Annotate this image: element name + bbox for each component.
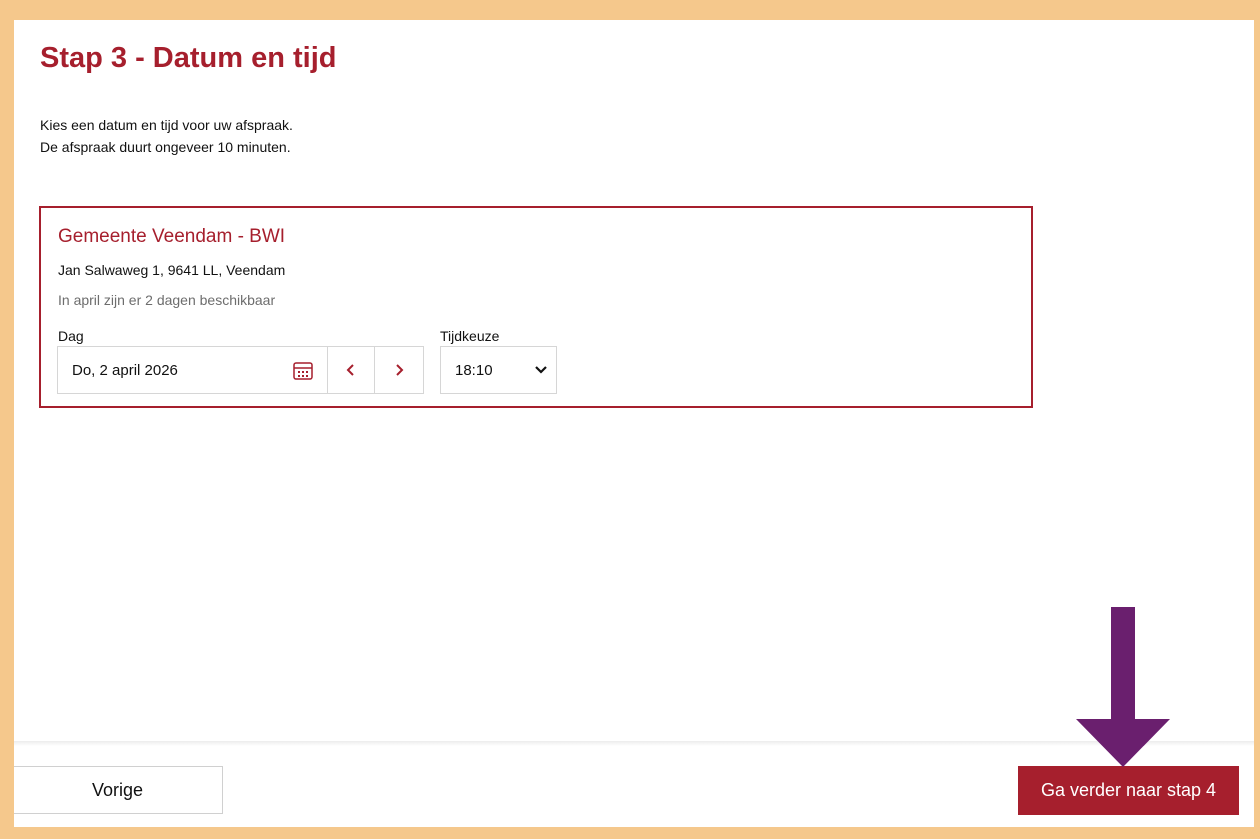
date-input[interactable]: Do, 2 april 2026 [58, 347, 328, 393]
calendar-icon[interactable] [292, 361, 313, 380]
chevron-right-icon [396, 364, 404, 376]
arrow-down-icon [1076, 607, 1170, 767]
date-value: Do, 2 april 2026 [72, 361, 178, 379]
intro-line-2: De afspraak duurt ongeveer 10 minuten. [40, 139, 291, 155]
page-frame: Stap 3 - Datum en tijd Kies een datum en… [14, 20, 1254, 827]
time-select[interactable]: 18:10 [440, 346, 557, 394]
footer-divider [14, 741, 1254, 746]
chevron-left-icon [346, 364, 354, 376]
time-label: Tijdkeuze [440, 328, 500, 344]
intro-line-1: Kies een datum en tijd voor uw afspraak. [40, 117, 293, 133]
page-title: Stap 3 - Datum en tijd [40, 42, 337, 74]
location-card: Gemeente Veendam - BWI Jan Salwaweg 1, 9… [39, 206, 1033, 408]
time-value: 18:10 [455, 361, 493, 379]
chevron-down-icon [535, 366, 547, 374]
date-picker: Do, 2 april 2026 [57, 346, 424, 394]
date-label: Dag [58, 328, 84, 344]
location-address: Jan Salwaweg 1, 9641 LL, Veendam [58, 262, 286, 278]
previous-day-button[interactable] [328, 347, 376, 393]
previous-button[interactable]: Vorige [14, 766, 223, 814]
intro-text: Kies een datum en tijd voor uw afspraak.… [40, 114, 293, 158]
location-availability: In april zijn er 2 dagen beschikbaar [58, 292, 276, 308]
next-day-button[interactable] [375, 347, 423, 393]
location-name: Gemeente Veendam - BWI [58, 226, 286, 247]
next-step-button[interactable]: Ga verder naar stap 4 [1018, 766, 1239, 815]
